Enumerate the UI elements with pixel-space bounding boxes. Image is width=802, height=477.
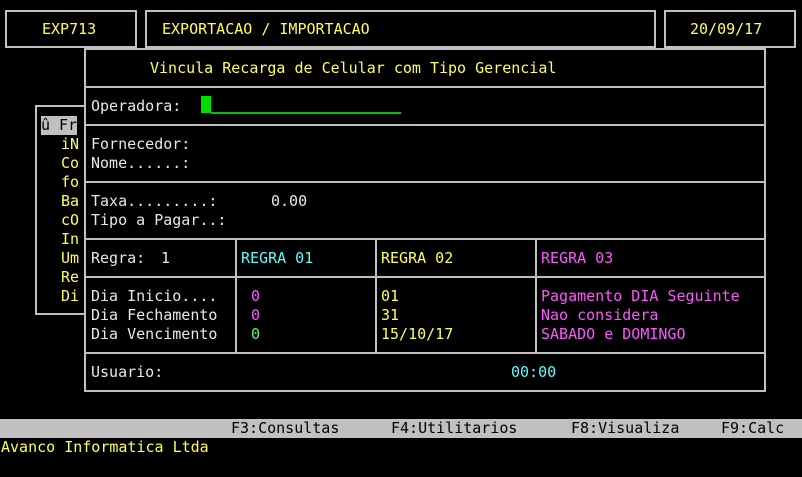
background-menu-item[interactable]: Di (61, 287, 79, 306)
operadora-input[interactable] (211, 112, 401, 114)
background-menu-item[interactable]: iN (61, 135, 79, 154)
tipo-pagar-label: Tipo a Pagar..: (91, 211, 227, 229)
background-menu-item[interactable]: Co (61, 154, 79, 173)
header-date: 20/09/17 (690, 20, 763, 38)
regra-label: Regra: (91, 249, 146, 267)
background-menu-item[interactable]: Ba (61, 192, 79, 211)
f4-utilitarios-key[interactable]: F4:Utilitarios (391, 419, 517, 438)
module-title: EXPORTACAO / IMPORTACAO (162, 20, 370, 38)
background-menu-item[interactable]: Um (61, 249, 79, 268)
background-menu-item[interactable]: û Fr (41, 116, 78, 135)
separator (86, 181, 764, 183)
background-menu-item[interactable]: In (61, 230, 79, 249)
column-divider (535, 238, 537, 352)
dia-fechamento-r1[interactable]: 0 (251, 306, 260, 325)
dia-fechamento-r3[interactable]: Nao considera (541, 306, 658, 325)
separator (86, 238, 764, 240)
dia-inicio-r2[interactable]: 01 (381, 287, 399, 306)
separator (86, 352, 764, 354)
operadora-label: Operadora: (91, 97, 182, 115)
regra03-header: REGRA 03 (541, 249, 614, 267)
background-menu-item[interactable]: cO (61, 211, 79, 230)
background-menu-item[interactable]: fo (61, 173, 79, 192)
taxa-value[interactable]: 0.00 (271, 192, 307, 211)
dia-vencimento-r1[interactable]: 0 (251, 325, 260, 344)
taxa-label: Taxa.........: (91, 192, 218, 210)
dia-vencimento-r2[interactable]: 15/10/17 (381, 325, 453, 344)
dia-vencimento-label: Dia Vencimento (91, 325, 218, 343)
dia-fechamento-r2[interactable]: 31 (381, 306, 399, 325)
dia-inicio-label: Dia Inicio.... (91, 287, 218, 305)
regra-value[interactable]: 1 (161, 249, 170, 268)
separator (86, 86, 764, 88)
column-divider (375, 238, 377, 352)
column-divider (235, 238, 237, 352)
regra02-header: REGRA 02 (381, 249, 454, 267)
dia-fechamento-label: Dia Fechamento (91, 306, 218, 324)
f3-consultas-key[interactable]: F3:Consultas (231, 419, 339, 438)
f8-visualiza-key[interactable]: F8:Visualiza (571, 419, 679, 438)
fornecedor-label: Fornecedor: (91, 135, 191, 153)
f9-calc-key[interactable]: F9:Calc (721, 419, 784, 438)
program-code: EXP713 (42, 20, 97, 38)
dia-vencimento-r3[interactable]: SABADO e DOMINGO (541, 325, 686, 344)
nome-label: Nome......: (91, 154, 191, 172)
dialog-title: Vincula Recarga de Celular com Tipo Gere… (150, 59, 557, 77)
separator (86, 124, 764, 126)
company-name: Avanco Informatica Ltda (1, 438, 209, 456)
usuario-label: Usuario: (91, 363, 164, 381)
background-menu-item[interactable]: Re (61, 268, 79, 287)
regra01-header: REGRA 01 (241, 249, 314, 267)
separator (86, 276, 764, 278)
function-key-bar: F3:Consultas F4:Utilitarios F8:Visualiza… (0, 419, 802, 438)
dia-inicio-r3[interactable]: Pagamento DIA Seguinte (541, 287, 740, 306)
usuario-time: 00:00 (511, 363, 557, 381)
dia-inicio-r1[interactable]: 0 (251, 287, 260, 306)
text-cursor (201, 96, 211, 113)
